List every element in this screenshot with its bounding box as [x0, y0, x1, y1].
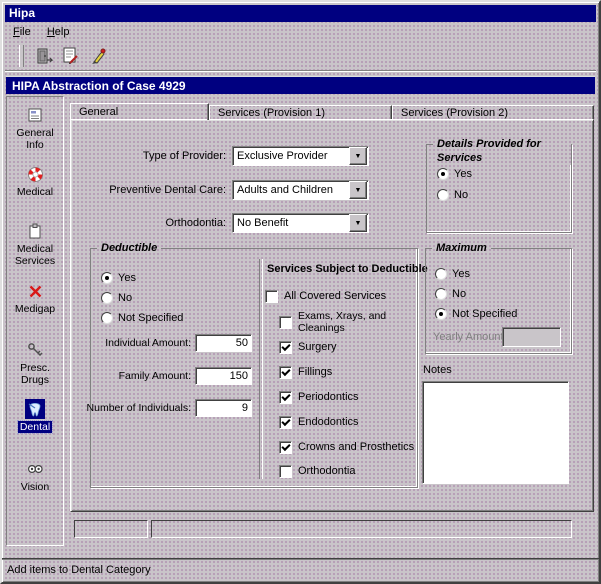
sidebar-item-presc-drugs[interactable]: Presc. Drugs: [7, 340, 63, 386]
inner-window-titlebar[interactable]: HIPA Abstraction of Case 4929: [6, 76, 595, 94]
sidebar-item-label: Dental: [18, 421, 52, 433]
sidebar-item-medical-services[interactable]: Medical Services: [7, 221, 63, 267]
sidebar-item-label: Medical: [17, 186, 53, 198]
sidebar-item-label: Medigap: [15, 303, 55, 315]
toolbar: [5, 41, 596, 71]
status-cell-left: [74, 520, 148, 538]
edit-report-icon[interactable]: [59, 44, 83, 68]
menu-help[interactable]: Help: [42, 24, 75, 41]
tab-general[interactable]: General: [70, 103, 209, 120]
form-icon: [25, 105, 45, 125]
tab-services-provision-2[interactable]: Services (Provision 2): [392, 105, 594, 120]
sidebar-item-dental[interactable]: Dental: [7, 399, 63, 433]
category-sidebar: General Info Medical Medical Services: [6, 96, 64, 546]
inner-window-title: HIPA Abstraction of Case 4929: [12, 79, 186, 93]
sidebar-item-medigap[interactable]: Medigap: [7, 281, 63, 315]
eye-icon: [25, 459, 45, 479]
tooth-icon: [25, 399, 45, 419]
signing-hand-icon[interactable]: [86, 44, 110, 68]
lifesaver-icon: [25, 164, 45, 184]
statusbar-text: Add items to Dental Category: [7, 564, 151, 576]
window-titlebar[interactable]: Hipa: [5, 5, 596, 22]
key-icon: [25, 340, 45, 360]
sidebar-item-label: Vision: [21, 481, 49, 493]
general-tab-panel: [70, 119, 594, 512]
red-x-icon: [25, 281, 45, 301]
tabstrip: General Services (Provision 1) Services …: [70, 103, 594, 120]
sidebar-item-label: Medical Services: [8, 243, 62, 267]
sidebar-item-vision[interactable]: Vision: [7, 459, 63, 493]
sidebar-item-label: General Info: [8, 127, 62, 151]
exit-door-icon[interactable]: [32, 44, 56, 68]
app-window: Hipa File Help: [0, 0, 601, 584]
statusbar: Add items to Dental Category: [2, 559, 599, 582]
menubar: File Help: [5, 24, 596, 41]
window-title: Hipa: [9, 6, 35, 20]
sidebar-item-label: Presc. Drugs: [8, 362, 62, 386]
clipboard-icon: [25, 221, 45, 241]
sidebar-item-general-info[interactable]: General Info: [7, 105, 63, 151]
tab-services-provision-1[interactable]: Services (Provision 1): [209, 105, 392, 120]
sidebar-item-medical[interactable]: Medical: [7, 164, 63, 198]
status-cell-right: [151, 520, 572, 538]
menu-file[interactable]: File: [8, 24, 36, 41]
toolbar-drag-handle[interactable]: [19, 45, 24, 67]
